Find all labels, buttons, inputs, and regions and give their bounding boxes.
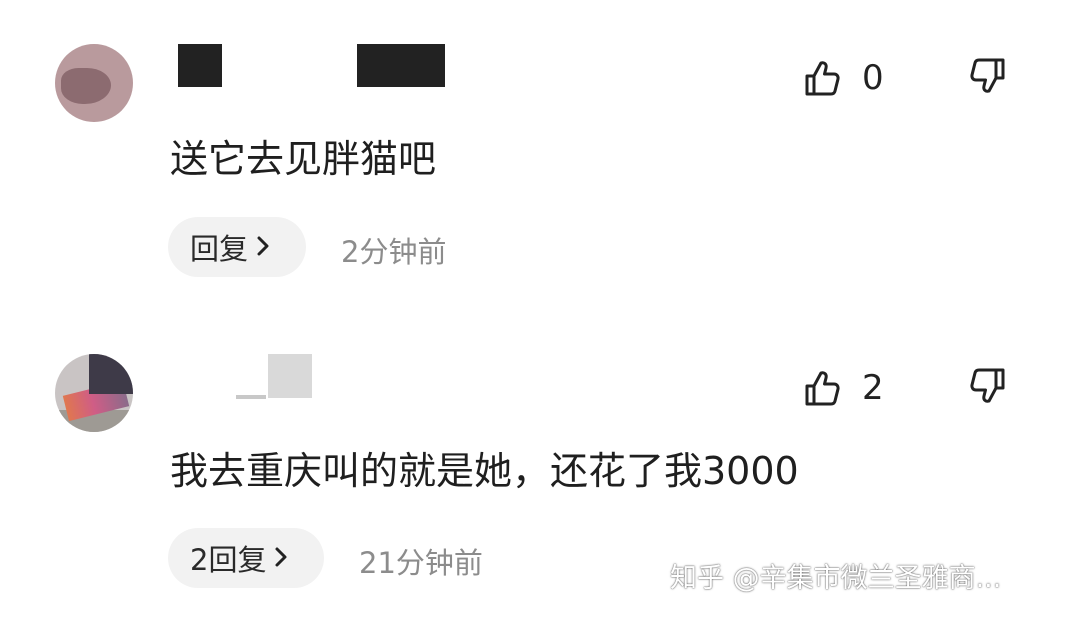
- reply-label: 回复: [190, 232, 249, 266]
- thumbs-down-icon: [966, 56, 1012, 96]
- chevron-right-icon: [274, 541, 288, 575]
- watermark: 知乎 @辛集市微兰圣雅商...: [670, 563, 1002, 594]
- comment-text: 送它去见胖猫吧: [170, 137, 437, 181]
- chevron-right-icon: [256, 230, 270, 264]
- reply-label: 2回复: [190, 543, 267, 577]
- reply-button[interactable]: 2回复: [168, 528, 324, 588]
- reply-button[interactable]: 回复: [168, 217, 306, 277]
- redacted-username: [357, 44, 445, 87]
- comment-item: 0 送它去见胖猫吧 回复 2分钟前: [0, 0, 1080, 300]
- comment-text: 我去重庆叫的就是她，还花了我3000: [170, 449, 799, 493]
- thumbs-up-icon: [804, 59, 840, 97]
- avatar[interactable]: [55, 44, 133, 122]
- like-count: 2: [862, 368, 884, 408]
- thumbs-up-icon: [804, 369, 840, 407]
- thumbs-down-icon: [966, 366, 1012, 406]
- like-button[interactable]: 0: [804, 56, 904, 100]
- dislike-button[interactable]: [966, 56, 1012, 100]
- redacted-username: [236, 395, 266, 399]
- redacted-username: [268, 354, 312, 398]
- like-button[interactable]: 2: [804, 366, 904, 410]
- avatar[interactable]: [55, 354, 133, 432]
- redacted-username: [178, 44, 222, 87]
- comment-time: 21分钟前: [359, 546, 483, 580]
- dislike-button[interactable]: [966, 366, 1012, 410]
- comment-time: 2分钟前: [341, 235, 447, 269]
- like-count: 0: [862, 58, 884, 98]
